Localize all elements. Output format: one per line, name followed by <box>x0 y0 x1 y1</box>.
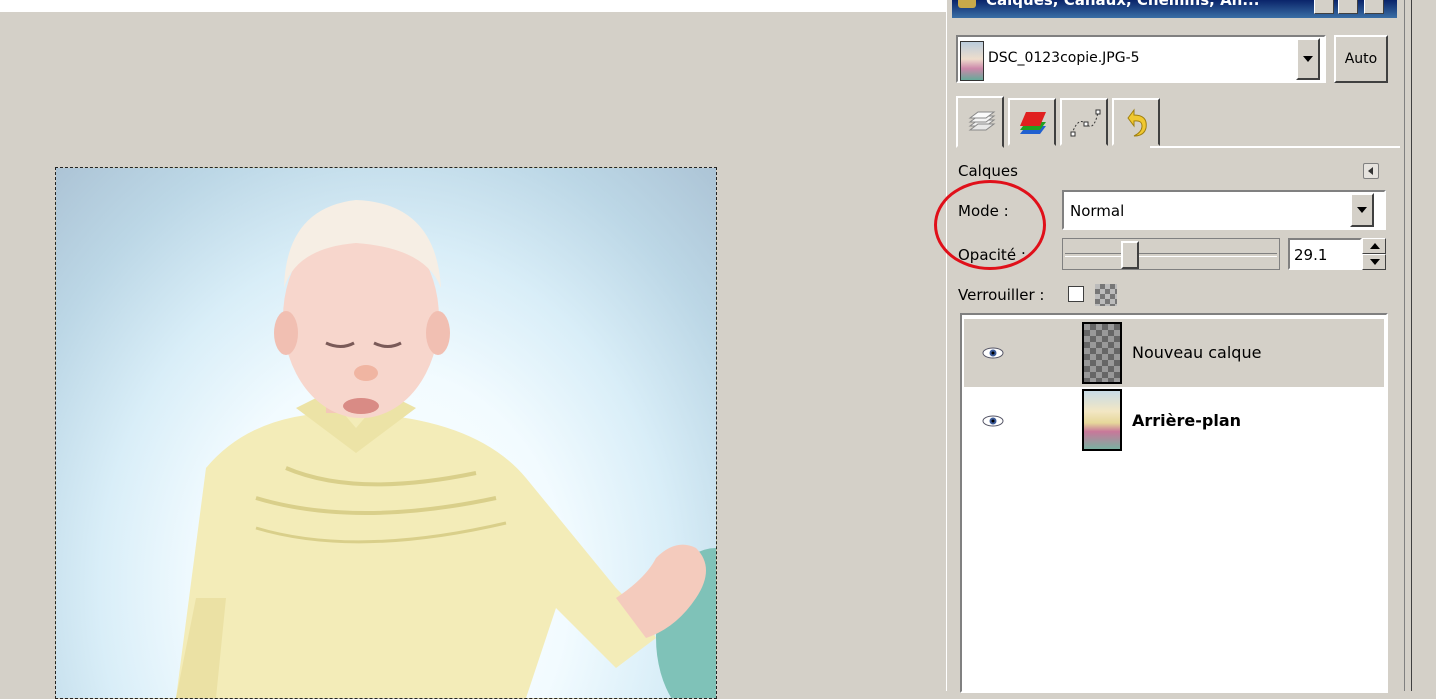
opacity-decrement-button[interactable] <box>1362 254 1386 270</box>
layer-name[interactable]: Arrière-plan <box>1132 411 1241 430</box>
layers-tab-icon <box>968 111 996 131</box>
tab-undo-history[interactable] <box>1112 98 1160 146</box>
layer-name[interactable]: Nouveau calque <box>1132 343 1261 362</box>
paths-tab-icon <box>1070 109 1101 137</box>
panel-menu-button[interactable] <box>1363 163 1379 179</box>
eye-icon[interactable] <box>982 347 1004 359</box>
lock-label: Verrouiller : <box>958 286 1045 304</box>
auto-button[interactable]: Auto <box>1334 35 1388 83</box>
layer-thumbnail <box>1082 389 1122 451</box>
mode-dropdown[interactable]: Normal <box>1062 190 1386 230</box>
opacity-increment-button[interactable] <box>1362 238 1386 254</box>
tab-channels[interactable] <box>1008 98 1056 146</box>
lock-alpha-icon[interactable] <box>1095 284 1117 306</box>
opacity-input[interactable]: 29.1 <box>1288 238 1362 270</box>
image-thumbnail <box>960 41 984 81</box>
opacity-spinner <box>1362 238 1386 270</box>
red-annotation-circle <box>934 180 1046 270</box>
mode-dropdown-button[interactable] <box>1350 193 1374 227</box>
dock-title: Calques, Canaux, Chemins, An... <box>986 0 1260 9</box>
panel-title: Calques <box>958 162 1018 180</box>
maximize-button[interactable] <box>1338 0 1358 14</box>
layers-list: Nouveau calque Arrière-plan <box>960 313 1388 693</box>
undo-tab-icon <box>1127 108 1147 137</box>
layer-thumbnail <box>1082 322 1122 384</box>
top-strip <box>0 0 952 12</box>
lock-pixels-checkbox[interactable] <box>1068 286 1084 302</box>
dock-edge <box>1404 0 1412 691</box>
mode-value: Normal <box>1070 202 1125 220</box>
child-photo <box>176 200 716 698</box>
opacity-slider-track <box>1065 253 1277 257</box>
image-selector[interactable]: DSC_0123copie.JPG-5 <box>956 35 1326 83</box>
eye-icon[interactable] <box>982 415 1004 427</box>
tab-layers[interactable] <box>956 96 1004 148</box>
image-selector-value: DSC_0123copie.JPG-5 <box>988 50 1140 66</box>
gimp-app-icon <box>958 0 976 8</box>
tab-divider <box>1150 146 1400 148</box>
image-canvas[interactable] <box>56 168 716 698</box>
opacity-slider-thumb[interactable] <box>1121 241 1139 269</box>
image-selector-dropdown-button[interactable] <box>1296 38 1320 80</box>
close-button[interactable] <box>1364 0 1384 14</box>
tab-paths[interactable] <box>1060 98 1108 146</box>
channels-tab-icon <box>1020 112 1046 134</box>
dock-titlebar[interactable]: Calques, Canaux, Chemins, An... <box>952 0 1397 18</box>
minimize-button[interactable] <box>1314 0 1334 14</box>
layer-row[interactable]: Arrière-plan <box>964 387 1384 455</box>
opacity-slider[interactable] <box>1062 238 1280 270</box>
layer-row[interactable]: Nouveau calque <box>964 319 1384 387</box>
